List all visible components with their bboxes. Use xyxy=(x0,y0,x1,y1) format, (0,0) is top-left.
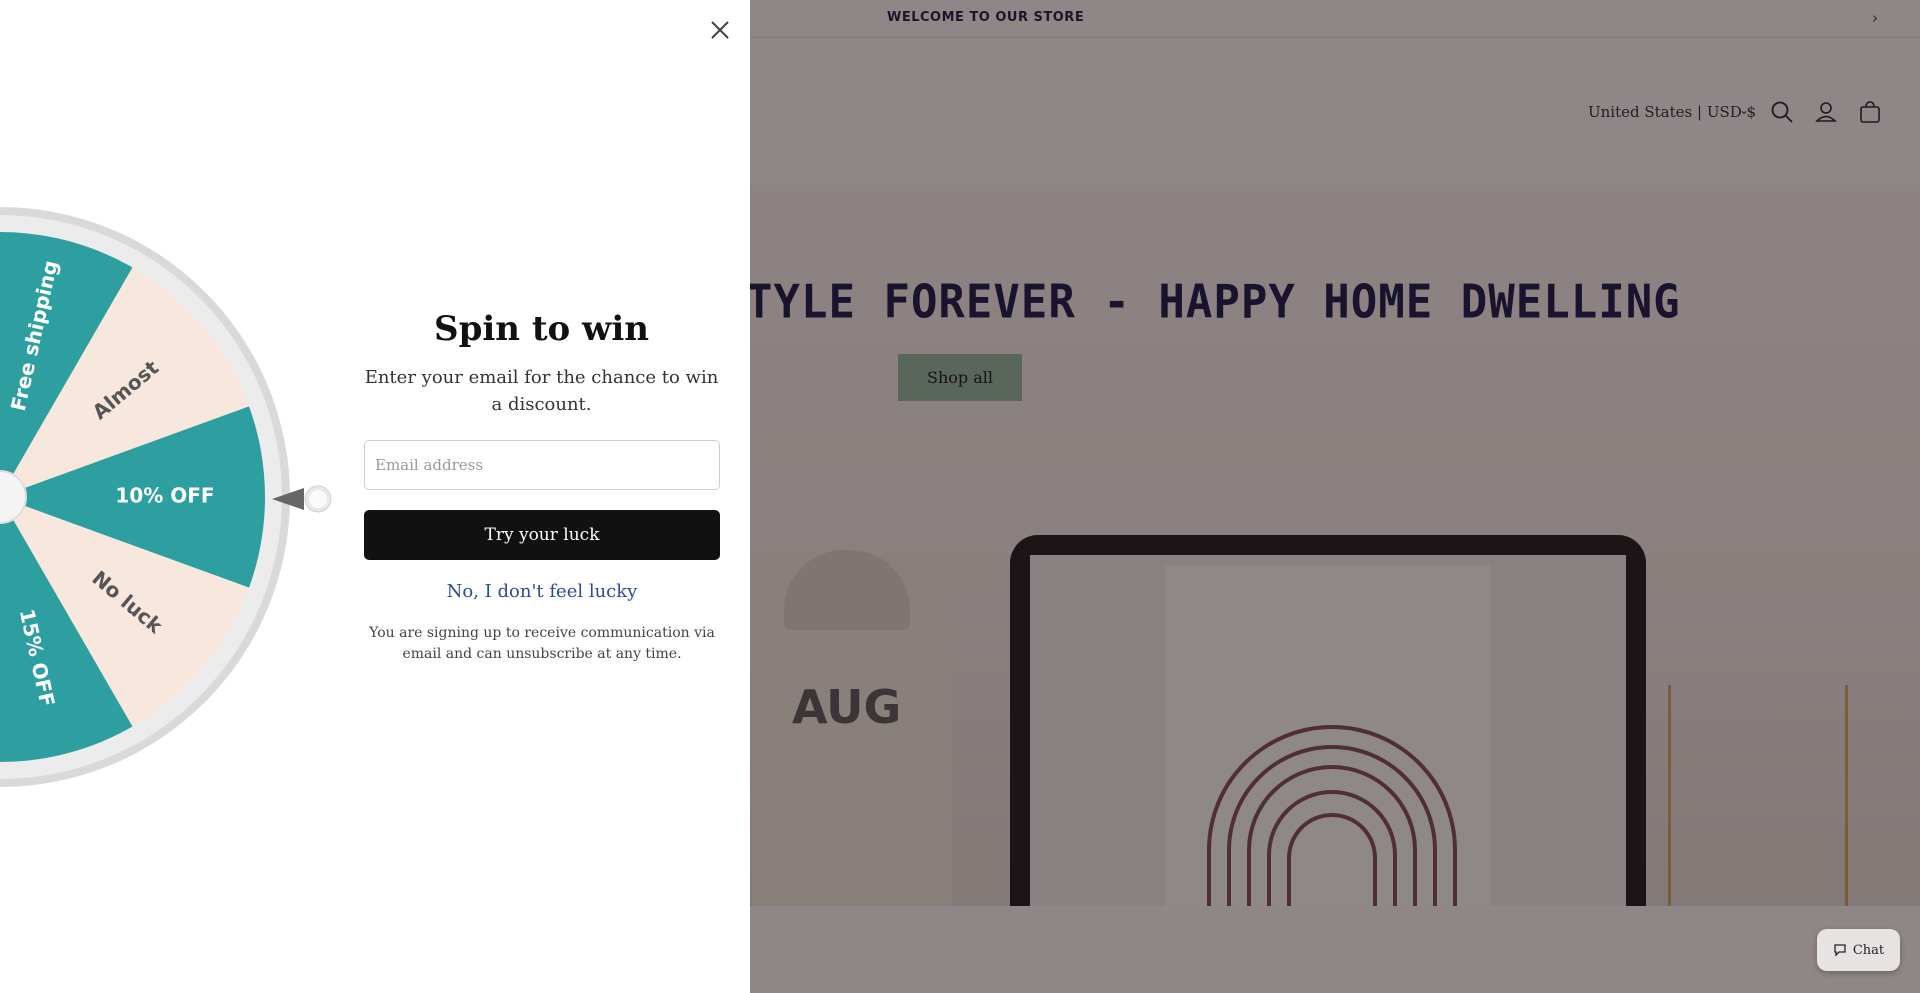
try-your-luck-button[interactable]: Try your luck xyxy=(364,510,720,560)
popup-title: Spin to win xyxy=(434,309,649,349)
close-icon[interactable] xyxy=(706,16,734,44)
wheel-pointer-icon xyxy=(272,485,332,513)
spin-to-win-popup: Sorry...Free shippingAlmost10% OFFNo luc… xyxy=(0,0,750,993)
chat-label: Chat xyxy=(1852,942,1885,958)
email-field[interactable] xyxy=(364,440,720,490)
chat-bubble-icon xyxy=(1834,944,1846,957)
popup-subtitle: Enter your email for the chance to win a… xyxy=(364,367,719,415)
chat-button[interactable]: Chat xyxy=(1817,929,1900,971)
prize-wheel[interactable]: Sorry...Free shippingAlmost10% OFFNo luc… xyxy=(0,207,290,787)
legal-disclaimer: You are signing up to receive communicat… xyxy=(369,625,715,662)
wheel-segment-label: 10% OFF xyxy=(115,484,214,508)
decline-link[interactable]: No, I don't feel lucky xyxy=(364,581,720,602)
